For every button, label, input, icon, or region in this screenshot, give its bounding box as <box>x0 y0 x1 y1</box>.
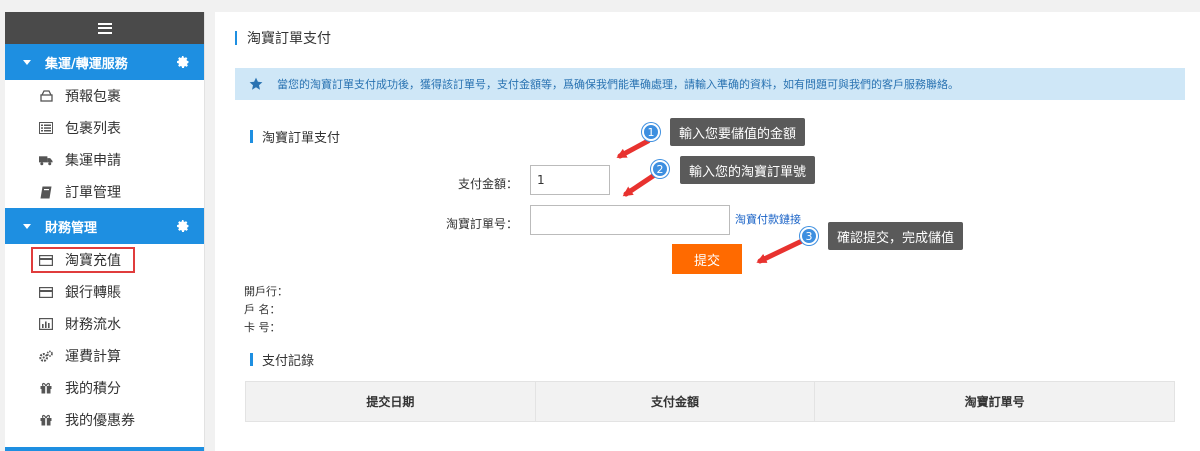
sidebar-section-finance[interactable]: 財務管理 <box>5 208 204 244</box>
table-header-row: 提交日期 支付金額 淘寶訂單号 <box>245 381 1175 422</box>
menu-toggle-button[interactable] <box>5 12 204 44</box>
sidebar-item-forecast-package[interactable]: 預報包裹 <box>5 80 204 112</box>
star-icon <box>249 77 263 90</box>
sidebar-item-label: 財務流水 <box>65 317 121 333</box>
book-icon <box>39 185 53 199</box>
hamburger-icon <box>97 22 112 34</box>
sidebar-item-freight-calculator[interactable]: 運費計算 <box>5 340 204 372</box>
submit-button[interactable]: 提交 <box>672 244 742 274</box>
sidebar-item-taobao-recharge[interactable]: 淘寶充值 <box>5 244 204 276</box>
callout-3-tooltip: 確認提交，完成儲值 <box>828 222 964 250</box>
callout-2-tooltip: 輸入您的淘寶訂單號 <box>680 156 816 184</box>
sidebar-next-section-edge <box>5 447 204 451</box>
page-title: 淘寶訂單支付 <box>235 30 331 47</box>
caret-down-icon <box>23 59 31 65</box>
callout-1-tooltip: 輸入您要儲值的金額 <box>670 118 806 146</box>
sidebar-section-title: 集運/轉運服務 <box>45 56 128 72</box>
sidebar-item-finance-flow[interactable]: 財務流水 <box>5 308 204 340</box>
sidebar-item-label: 銀行轉賬 <box>65 285 121 301</box>
list-icon <box>39 121 53 135</box>
sidebar-item-bank-transfer[interactable]: 銀行轉賬 <box>5 276 204 308</box>
sidebar-item-my-points[interactable]: 我的積分 <box>5 372 204 404</box>
form-section-title: 淘寶訂單支付 <box>250 128 340 146</box>
callout-1-badge: 1 <box>642 123 660 141</box>
sidebar-item-my-coupons[interactable]: 我的優惠券 <box>5 404 204 436</box>
column-header-submit-date: 提交日期 <box>245 381 536 422</box>
main-panel: 淘寶訂單支付 當您的淘寶訂單支付成功後，獲得該訂單号，支付金額等，爲确保我們能準… <box>215 12 1200 451</box>
bank-label: 開戶行： <box>244 285 288 298</box>
sidebar-item-label: 我的積分 <box>65 381 121 397</box>
order-number-input[interactable] <box>530 205 730 235</box>
account-name-label: 戶 名： <box>244 303 281 316</box>
gift-icon <box>39 413 53 427</box>
notice-banner: 當您的淘寶訂單支付成功後，獲得該訂單号，支付金額等，爲确保我們能準确處理，請輸入… <box>235 68 1185 100</box>
callout-2-badge: 2 <box>651 160 669 178</box>
amount-label: 支付金額： <box>457 177 518 191</box>
notice-text: 當您的淘寶訂單支付成功後，獲得該訂單号，支付金額等，爲确保我們能準确處理，請輸入… <box>277 78 959 91</box>
bar-chart-icon <box>39 317 53 331</box>
sidebar-item-label: 訂單管理 <box>65 185 121 201</box>
gift-icon <box>39 381 53 395</box>
card-number-label: 卡 号： <box>244 321 281 334</box>
callout-3-badge: 3 <box>800 227 818 245</box>
column-header-order-number: 淘寶訂單号 <box>814 381 1175 422</box>
sidebar-section-shipping[interactable]: 集運/轉運服務 <box>5 44 204 80</box>
sidebar-item-package-list[interactable]: 包裹列表 <box>5 112 204 144</box>
gear-icon[interactable] <box>176 219 190 233</box>
cogs-icon <box>39 349 53 363</box>
order-number-label: 淘寶訂單号： <box>445 217 518 231</box>
package-icon <box>39 89 53 103</box>
active-highlight-box <box>31 247 135 273</box>
sidebar-section-title: 財務管理 <box>45 220 98 236</box>
sidebar-item-label: 運費計算 <box>65 349 121 365</box>
gear-icon[interactable] <box>176 55 190 69</box>
caret-down-icon <box>23 223 31 229</box>
column-header-payment-amount: 支付金額 <box>534 381 816 422</box>
sidebar-item-consolidation-request[interactable]: 集運申請 <box>5 144 204 176</box>
records-section-title: 支付記錄 <box>250 351 314 369</box>
sidebar: 集運/轉運服務 預報包裹 包裹列表 集運申請 訂單管理 財務管理 淘寶充值 銀行… <box>5 12 205 451</box>
sidebar-item-label: 我的優惠券 <box>65 413 135 429</box>
card-icon <box>39 285 53 299</box>
sidebar-item-order-management[interactable]: 訂單管理 <box>5 176 204 208</box>
sidebar-item-label: 包裹列表 <box>65 121 121 137</box>
sidebar-item-label: 預報包裹 <box>65 89 121 105</box>
truck-icon <box>39 153 53 167</box>
taobao-payment-link[interactable]: 淘寶付款鏈接 <box>735 211 801 227</box>
amount-input[interactable] <box>530 165 610 195</box>
payment-records-table: 提交日期 支付金額 淘寶訂單号 <box>245 381 1175 422</box>
sidebar-item-label: 集運申請 <box>65 153 121 169</box>
